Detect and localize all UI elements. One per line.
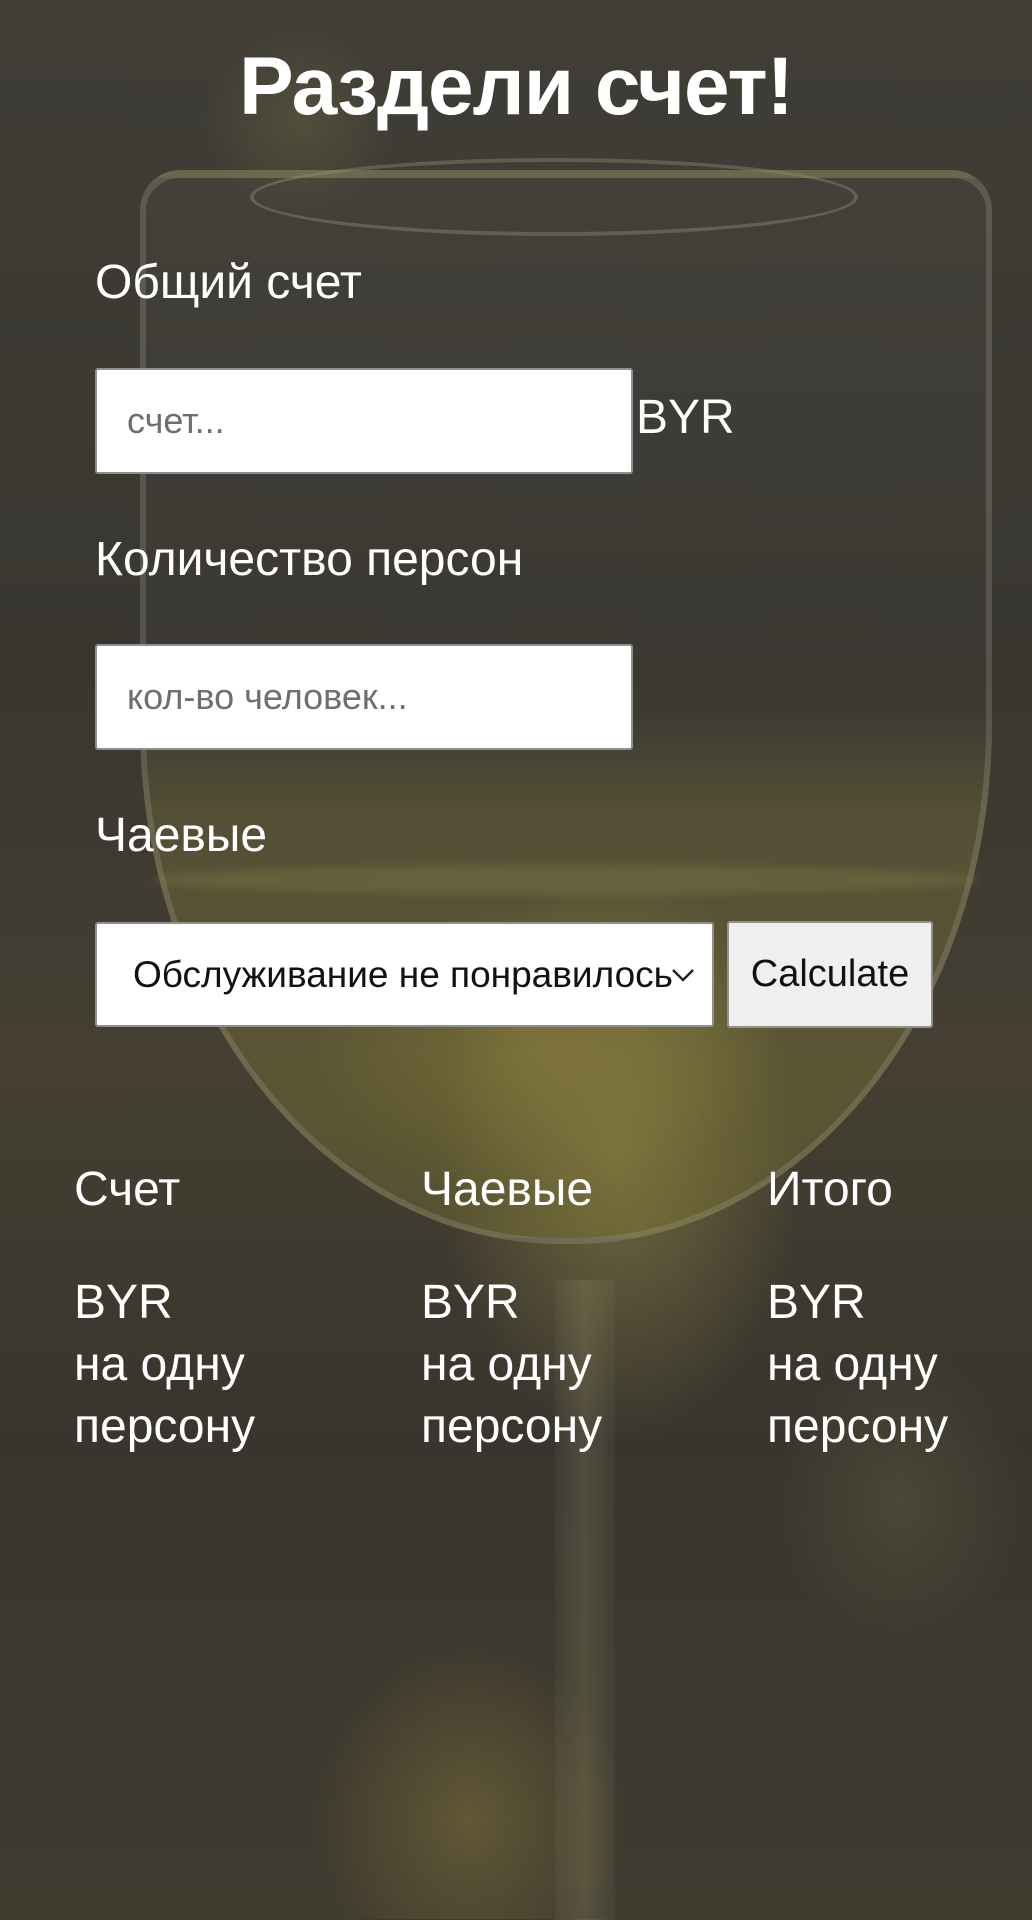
result-value: BYR на одну персону [74, 1272, 374, 1458]
result-currency: BYR [421, 1276, 520, 1329]
bill-label: Общий счет [95, 256, 362, 309]
result-total-column: Итого BYR на одну персону [767, 1160, 1032, 1458]
chevron-down-icon [672, 969, 694, 982]
result-currency: BYR [74, 1276, 173, 1329]
page-title: Раздели счет! [239, 41, 794, 132]
people-label: Количество персон [95, 533, 524, 586]
bill-input[interactable] [95, 368, 633, 474]
results-section: Счет BYR на одну персону Чаевые BYR на о… [74, 1160, 974, 1460]
calculate-button[interactable]: Calculate [727, 921, 933, 1028]
result-per-person-line2: персону [74, 1400, 256, 1453]
result-value: BYR на одну персону [421, 1272, 721, 1458]
result-per-person-line1: на одну [767, 1338, 938, 1391]
tips-select[interactable]: Обслуживание не понравилось [95, 922, 714, 1027]
result-heading: Итого [767, 1163, 893, 1216]
tip-calculator: Раздели счет! Общий счет BYR Количество … [0, 0, 1032, 1919]
result-bill-column: Счет BYR на одну персону [74, 1160, 374, 1458]
result-currency: BYR [767, 1276, 866, 1329]
result-per-person-line1: на одну [421, 1338, 592, 1391]
result-tips-column: Чаевые BYR на одну персону [421, 1160, 721, 1458]
result-per-person-line1: на одну [74, 1338, 245, 1391]
people-input[interactable] [95, 644, 633, 750]
bill-currency: BYR [636, 391, 735, 444]
result-value: BYR на одну персону [767, 1272, 1032, 1458]
result-heading: Счет [74, 1163, 181, 1216]
tips-select-value: Обслуживание не понравилось [133, 953, 673, 995]
result-per-person-line2: персону [421, 1400, 603, 1453]
result-per-person-line2: персону [767, 1400, 949, 1453]
result-heading: Чаевые [421, 1163, 594, 1216]
tips-label: Чаевые [95, 809, 268, 862]
